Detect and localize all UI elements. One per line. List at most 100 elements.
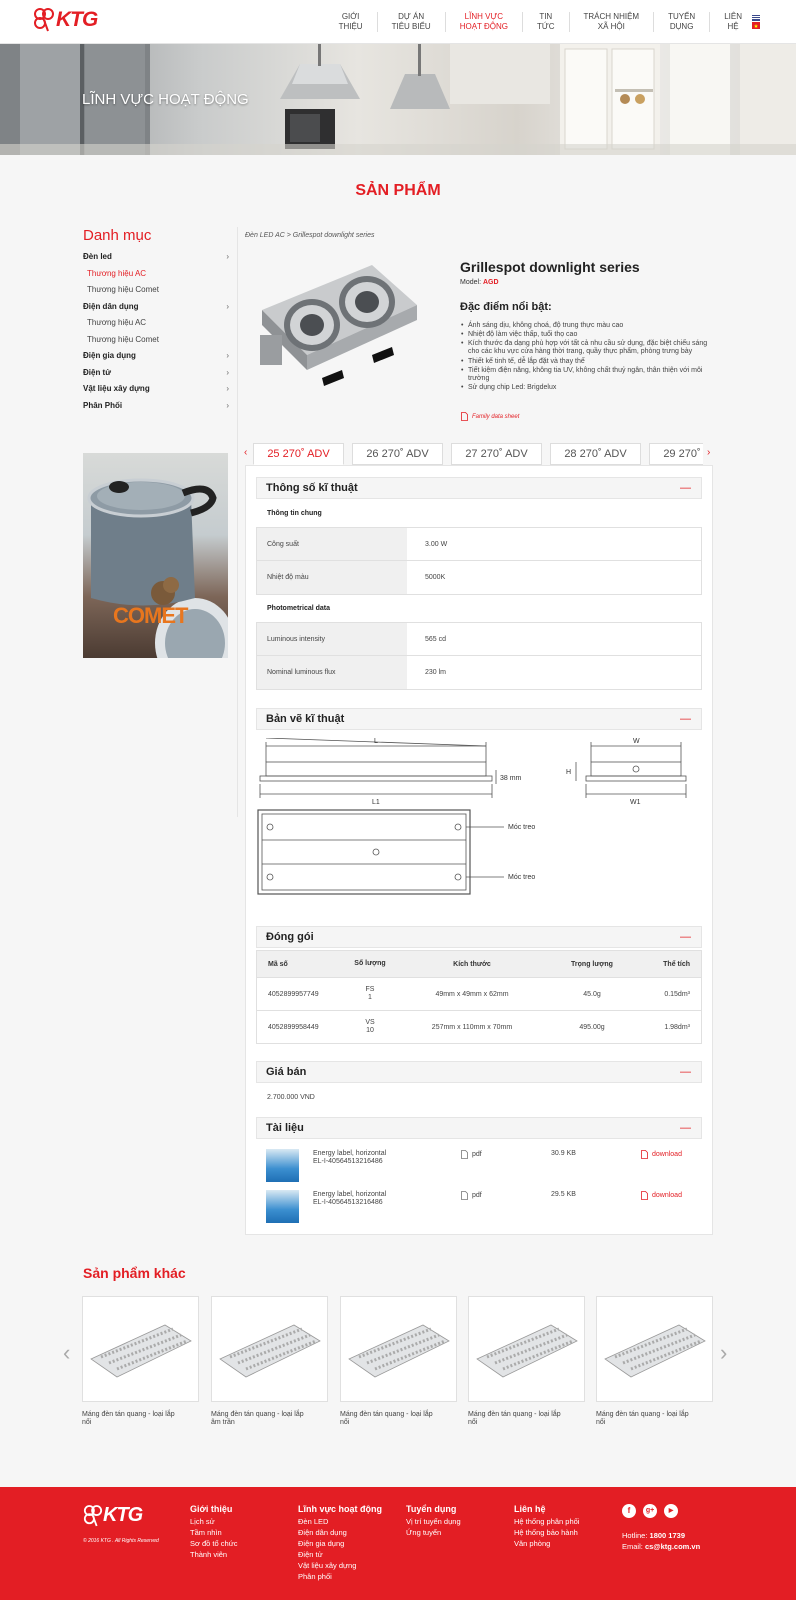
sidebar-subitem-comet[interactable]: Thương hiệu Comet — [83, 282, 229, 299]
email-value[interactable]: cs@ktg.com.vn — [645, 1542, 700, 1551]
sidebar-item-dien-dan-dung[interactable]: Điện dân dụng › — [83, 299, 229, 316]
price-header[interactable]: Giá bán — — [256, 1061, 702, 1083]
tab-next-arrow[interactable]: › — [707, 447, 710, 458]
sidebar-subitem-comet[interactable]: Thương hiệu Comet — [83, 332, 229, 349]
nav-gioi-thieu[interactable]: GIỚI THIỆU — [325, 12, 377, 32]
footer-col-title[interactable]: Liên hệ — [514, 1504, 579, 1514]
drawing-header[interactable]: Bản vẽ kĩ thuật — — [256, 708, 702, 730]
cell-weight: 495.00g — [579, 1023, 605, 1031]
main-nav: GIỚI THIỆU DỰ ÁN TIÊU BIỂU LĨNH VỰC HOẠT ĐỘ… — [325, 12, 756, 32]
document-thumbnail[interactable] — [266, 1190, 299, 1223]
specs-header[interactable]: Thông số kĩ thuật — — [256, 477, 702, 499]
facebook-icon[interactable]: f — [622, 1504, 636, 1518]
tab-variant-28[interactable]: 28 270˚ ADV — [550, 443, 641, 465]
promo-banner[interactable]: COMET — [83, 453, 228, 658]
footer-col-title[interactable]: Tuyển dụng — [406, 1504, 461, 1514]
logo-text: KTG — [56, 8, 98, 31]
nav-label: TUYỂN — [668, 12, 696, 21]
product-card[interactable]: Máng đèn tán quang - loại lắp nổi — [596, 1296, 713, 1427]
sidebar-item-vat-lieu[interactable]: Vật liệu xây dựng › — [83, 381, 229, 398]
nav-label: THIỆU — [338, 22, 363, 31]
nav-lien-he[interactable]: LIÊN HỆ — [709, 12, 756, 32]
tab-variant-25[interactable]: 25 270˚ ADV — [253, 443, 344, 465]
footer-link[interactable]: Phân phối — [298, 1571, 382, 1582]
cell-code: 4052899958449 — [268, 1023, 319, 1031]
sidebar-item-label: Điện gia dụng — [83, 351, 136, 360]
hotline-value[interactable]: 1800 1739 — [650, 1531, 685, 1540]
download-link[interactable]: download — [641, 1191, 682, 1200]
document-type: pdf — [461, 1191, 482, 1200]
footer-col-title[interactable]: Lĩnh vực hoạt động — [298, 1504, 382, 1514]
nav-tin-tuc[interactable]: TIN TỨC — [522, 12, 569, 32]
spec-key: Công suất — [257, 528, 407, 560]
logo[interactable]: KTG — [33, 8, 98, 32]
collapse-icon[interactable]: — — [680, 1062, 691, 1082]
nav-label: LĨNH VỰC — [464, 12, 504, 21]
product-card[interactable]: Máng đèn tán quang - loại lắp nổi — [468, 1296, 585, 1427]
footer-link[interactable]: Điện dân dụng — [298, 1527, 382, 1538]
footer-link[interactable]: Điện gia dụng — [298, 1538, 382, 1549]
footer-link[interactable]: Hệ thống bảo hành — [514, 1527, 579, 1538]
footer-link[interactable]: Thành viên — [190, 1549, 237, 1560]
footer-link[interactable]: Văn phòng — [514, 1538, 579, 1549]
carousel-prev-arrow[interactable]: ‹ — [63, 1340, 70, 1366]
footer-col-tuyen-dung: Tuyển dụng Vị trí tuyển dụng Ứng tuyển — [406, 1504, 461, 1538]
sidebar-subitem-ac[interactable]: Thương hiệu AC — [83, 266, 229, 283]
tab-variant-29[interactable]: 29 270˚ ADV — [649, 443, 703, 465]
document-name: Energy label, horizontal EL-I-40564513216… — [313, 1191, 433, 1207]
download-label: download — [652, 1192, 682, 1199]
download-link[interactable]: download — [641, 1150, 682, 1159]
copyright: © 2016 KTG . All Rights Reserved — [83, 1538, 159, 1544]
footer-link[interactable]: Điện tử — [298, 1549, 382, 1560]
document-type: pdf — [461, 1150, 482, 1159]
cell-size: 257mm x 110mm x 70mm — [431, 1023, 513, 1031]
sidebar-item-dien-gia-dung[interactable]: Điện gia dụng › — [83, 348, 229, 365]
product-card[interactable]: Máng đèn tán quang - loại lắp âm trần — [211, 1296, 328, 1427]
nav-label: DỤNG — [669, 22, 694, 31]
nav-trach-nhiem[interactable]: TRÁCH NHIỆM XÃ HỘI — [568, 12, 654, 32]
packaging-header[interactable]: Đóng gói — — [256, 926, 702, 948]
tab-variant-26[interactable]: 26 270˚ ADV — [352, 443, 443, 465]
nav-label: DỰ ÁN — [398, 12, 425, 21]
google-plus-icon[interactable]: g+ — [643, 1504, 657, 1518]
nav-du-an[interactable]: DỰ ÁN TIÊU BIỂU — [376, 12, 445, 32]
nav-tuyen-dung[interactable]: TUYỂN DỤNG — [653, 12, 709, 32]
product-card[interactable]: Máng đèn tán quang - loại lắp nổi — [340, 1296, 457, 1427]
product-card[interactable]: Máng đèn tán quang - loại lắp nổi — [82, 1296, 199, 1427]
collapse-icon[interactable]: — — [680, 709, 691, 729]
footer-link[interactable]: Lịch sử — [190, 1516, 237, 1527]
tab-prev-arrow[interactable]: ‹ — [244, 447, 247, 458]
carousel-next-arrow[interactable]: › — [720, 1340, 727, 1366]
product-card-name: Máng đèn tán quang - loại lắp nổi — [596, 1411, 713, 1427]
footer-link[interactable]: Tầm nhìn — [190, 1527, 237, 1538]
sidebar-item-dien-tu[interactable]: Điện tử › — [83, 365, 229, 382]
sidebar-item-den-led[interactable]: Đèn led › — [83, 249, 229, 266]
chevron-right-icon: › — [226, 301, 229, 311]
download-icon — [641, 1150, 648, 1159]
language-flag-icon[interactable] — [752, 15, 760, 29]
sidebar-item-phan-phoi[interactable]: Phân Phối › — [83, 398, 229, 415]
footer-link[interactable]: Đèn LED — [298, 1516, 382, 1527]
footer-link[interactable]: Vị trí tuyển dụng — [406, 1516, 461, 1527]
nav-linh-vuc[interactable]: LĨNH VỰC HOẠT ĐỘNG — [444, 12, 522, 32]
footer-link[interactable]: Hệ thống phân phối — [514, 1516, 579, 1527]
datasheet-link[interactable]: Family data sheet — [461, 412, 519, 421]
collapse-icon[interactable]: — — [680, 1118, 691, 1138]
footer-link[interactable]: Vật liệu xây dựng — [298, 1560, 382, 1571]
footer-link[interactable]: Ứng tuyển — [406, 1527, 461, 1538]
feature-item: Tiết kiệm điện năng, không tia UV, không… — [461, 367, 716, 383]
footer-link[interactable]: Sơ đồ tổ chức — [190, 1538, 237, 1549]
youtube-icon[interactable]: ▶ — [664, 1504, 678, 1518]
collapse-icon[interactable]: — — [680, 927, 691, 947]
chevron-right-icon: › — [226, 252, 229, 261]
documents-header[interactable]: Tài liệu — — [256, 1117, 702, 1139]
product-card-name: Máng đèn tán quang - loại lắp âm trần — [211, 1411, 328, 1427]
collapse-icon[interactable]: — — [680, 478, 691, 498]
document-thumbnail[interactable] — [266, 1149, 299, 1182]
sidebar-subitem-ac[interactable]: Thương hiệu AC — [83, 315, 229, 332]
breadcrumb[interactable]: Đèn LED AC > Grillespot downlight series — [245, 232, 375, 239]
footer-col-title[interactable]: Giới thiệu — [190, 1504, 237, 1514]
section-header-label: Bản vẽ kĩ thuật — [266, 713, 345, 725]
tab-variant-27[interactable]: 27 270˚ ADV — [451, 443, 542, 465]
footer-logo[interactable]: KTG — [83, 1504, 143, 1527]
